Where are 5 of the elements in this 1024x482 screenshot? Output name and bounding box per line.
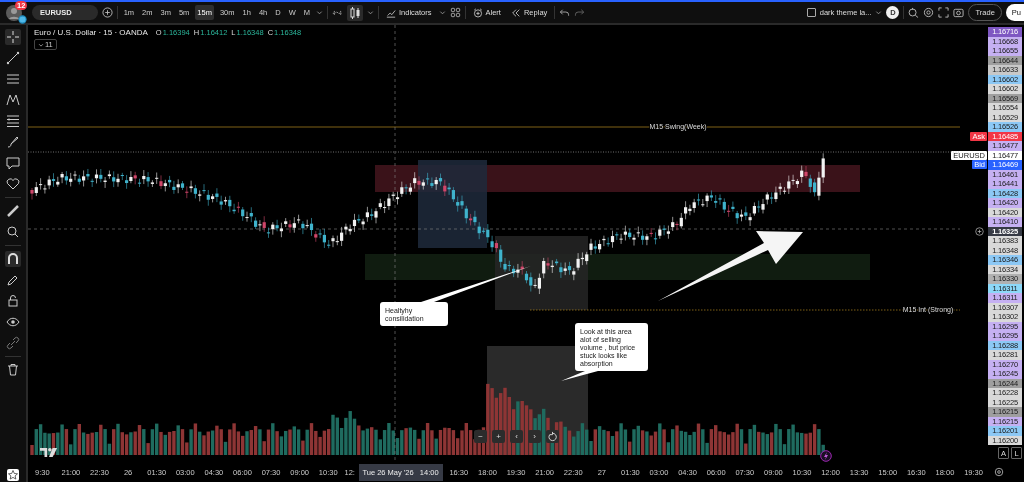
chart-nav-button[interactable]: + bbox=[492, 430, 505, 443]
chart-nav-button[interactable]: › bbox=[528, 430, 541, 443]
chart-nav-button[interactable]: ‹ bbox=[510, 430, 523, 443]
symbol-title: Euro / U.S. Dollar · 15 · OANDA bbox=[34, 28, 148, 37]
chart-nav-button[interactable]: − bbox=[474, 430, 487, 443]
